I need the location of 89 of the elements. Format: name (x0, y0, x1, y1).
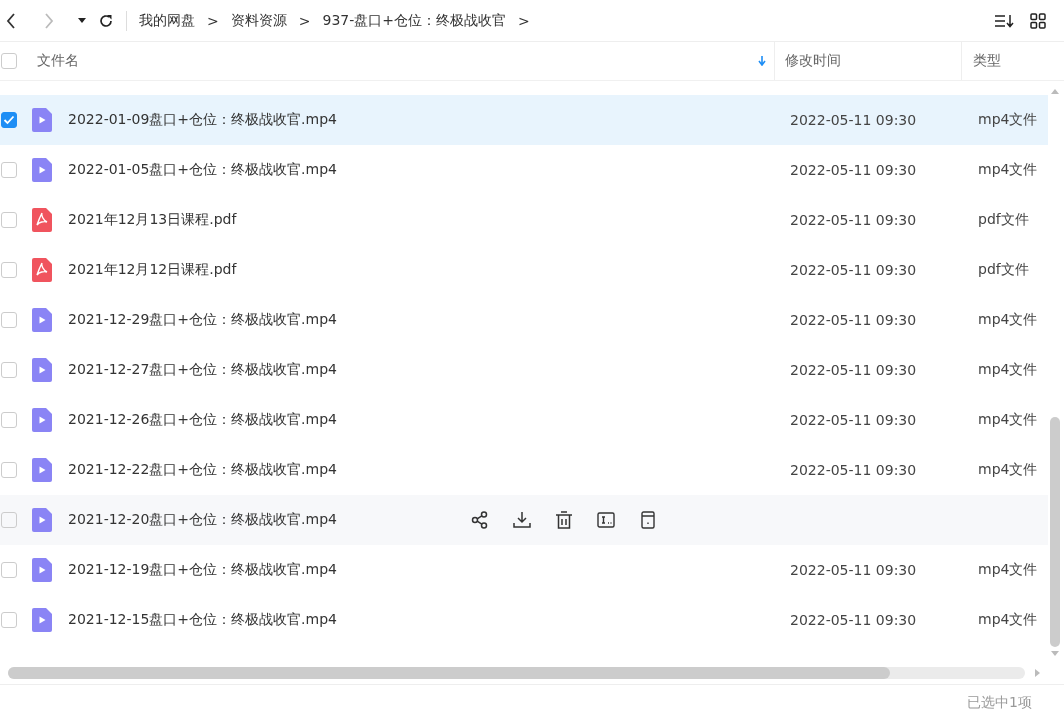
modified-time: 2022-05-11 09:30 (790, 162, 917, 178)
modified-time: 2022-05-11 09:30 (790, 262, 917, 278)
file-name: 2021-12-20盘口+仓位：终极战收官.mp4 (68, 511, 337, 529)
video-file-icon (32, 358, 52, 382)
modified-time: 2022-05-11 09:30 (790, 562, 917, 578)
file-name: 2022-01-05盘口+仓位：终极战收官.mp4 (68, 161, 337, 179)
file-row[interactable]: 2022-01-05盘口+仓位：终极战收官.mp4 2022-05-11 09:30 mp4文件 (0, 145, 1048, 195)
scroll-up-icon[interactable] (1051, 89, 1059, 94)
selection-count: 已选中1项 (967, 694, 1032, 712)
file-row[interactable]: 2021年12月12日课程.pdf 2022-05-11 09:30 pdf文件 (0, 245, 1048, 295)
file-row[interactable]: 2021-12-19盘口+仓位：终极战收官.mp4 2022-05-11 09:30 mp4文件 (0, 545, 1048, 595)
file-name: 2021-12-27盘口+仓位：终极战收官.mp4 (68, 361, 337, 379)
row-checkbox[interactable] (1, 412, 17, 428)
row-checkbox[interactable] (1, 612, 17, 628)
file-row[interactable]: 2021-12-27盘口+仓位：终极战收官.mp4 2022-05-11 09:30 mp4文件 (0, 345, 1048, 395)
pdf-file-icon (32, 208, 52, 232)
file-type: pdf文件 (978, 261, 1029, 277)
scroll-right-icon[interactable] (1035, 669, 1040, 677)
video-file-icon (32, 408, 52, 432)
file-type: mp4文件 (978, 611, 1038, 627)
back-icon[interactable] (6, 12, 16, 29)
file-name: 2021年12月12日课程.pdf (68, 261, 237, 279)
column-header[interactable]: 类型 (973, 52, 1001, 70)
file-row[interactable]: 2021-12-26盘口+仓位：终极战收官.mp4 2022-05-11 09:30 mp4文件 (0, 395, 1048, 445)
video-file-icon (32, 108, 52, 132)
delete-icon[interactable] (555, 511, 573, 529)
breadcrumb-separator: > (518, 12, 530, 29)
breadcrumb-item[interactable]: 937-盘口+仓位：终极战收官 (322, 11, 506, 30)
file-type: mp4文件 (978, 411, 1038, 427)
file-name: 2021-12-22盘口+仓位：终极战收官.mp4 (68, 461, 337, 479)
modified-time: 2022-05-11 09:30 (790, 612, 917, 628)
modified-time: 2022-05-11 09:30 (790, 462, 917, 478)
row-checkbox[interactable] (1, 462, 17, 478)
file-name: 2022-01-09盘口+仓位：终极战收官.mp4 (68, 111, 337, 129)
file-row[interactable]: 2021-12-29盘口+仓位：终极战收官.mp4 2022-05-11 09:30 mp4文件 (0, 295, 1048, 345)
dropdown-icon[interactable] (78, 18, 86, 23)
modified-time: 2022-05-11 09:30 (790, 362, 917, 378)
refresh-icon[interactable] (98, 12, 114, 29)
modified-time: 2022-05-11 09:30 (790, 312, 917, 328)
row-checkbox[interactable] (1, 112, 17, 128)
file-type: mp4文件 (978, 461, 1038, 477)
grid-view-icon[interactable] (1030, 12, 1046, 29)
file-row[interactable]: 2021-12-22盘口+仓位：终极战收官.mp4 2022-05-11 09:30 mp4文件 (0, 445, 1048, 495)
pdf-file-icon (32, 258, 52, 282)
file-row[interactable]: 2021年12月13日课程.pdf 2022-05-11 09:30 pdf文件 (0, 195, 1048, 245)
file-name: 2021-12-19盘口+仓位：终极战收官.mp4 (68, 561, 337, 579)
video-file-icon (32, 558, 52, 582)
modified-time: 2022-05-11 09:30 (790, 212, 917, 228)
row-checkbox[interactable] (1, 212, 17, 228)
scroll-down-icon[interactable] (1051, 651, 1059, 656)
column-header[interactable]: 文件名 (37, 52, 79, 70)
sort-icon[interactable] (994, 12, 1014, 29)
download-icon[interactable] (513, 511, 531, 529)
column-header[interactable]: 修改时间 (785, 52, 841, 70)
rename-icon[interactable] (597, 511, 615, 529)
file-type: mp4文件 (978, 561, 1038, 577)
select-all-checkbox[interactable] (1, 53, 17, 69)
row-checkbox[interactable] (1, 262, 17, 278)
share-icon[interactable] (471, 511, 489, 529)
file-row[interactable]: 2022-01-09盘口+仓位：终极战收官.mp4 2022-05-11 09:30 mp4文件 (0, 95, 1048, 145)
row-checkbox[interactable] (1, 362, 17, 378)
row-checkbox[interactable] (1, 162, 17, 178)
video-file-icon (32, 458, 52, 482)
video-file-icon (32, 158, 52, 182)
file-type: mp4文件 (978, 361, 1038, 377)
row-checkbox[interactable] (1, 562, 17, 578)
breadcrumb-item[interactable]: 我的网盘 (139, 11, 195, 30)
more-icon[interactable] (639, 511, 657, 529)
file-type: mp4文件 (978, 111, 1038, 127)
video-file-icon (32, 308, 52, 332)
row-checkbox[interactable] (1, 312, 17, 328)
file-name: 2021-12-15盘口+仓位：终极战收官.mp4 (68, 611, 337, 629)
forward-icon[interactable] (44, 12, 54, 29)
file-type: mp4文件 (978, 161, 1038, 177)
breadcrumb-separator: > (207, 12, 219, 29)
video-file-icon (32, 508, 52, 532)
file-type: pdf文件 (978, 211, 1029, 227)
breadcrumb-item[interactable]: 资料资源 (230, 11, 287, 30)
file-row[interactable]: 2021-12-20盘口+仓位：终极战收官.mp4 (0, 495, 1048, 545)
video-file-icon (32, 608, 52, 632)
breadcrumb-separator: > (298, 12, 311, 29)
modified-time: 2022-05-11 09:30 (790, 412, 917, 428)
file-name: 2021-12-29盘口+仓位：终极战收官.mp4 (68, 311, 337, 329)
modified-time: 2022-05-11 09:30 (790, 112, 917, 128)
file-name: 2021-12-26盘口+仓位：终极战收官.mp4 (68, 411, 337, 429)
row-checkbox[interactable] (1, 512, 17, 528)
file-name: 2021年12月13日课程.pdf (68, 211, 237, 229)
file-row[interactable]: 2021-12-15盘口+仓位：终极战收官.mp4 2022-05-11 09:30 mp4文件 (0, 595, 1048, 645)
file-type: mp4文件 (978, 311, 1038, 327)
